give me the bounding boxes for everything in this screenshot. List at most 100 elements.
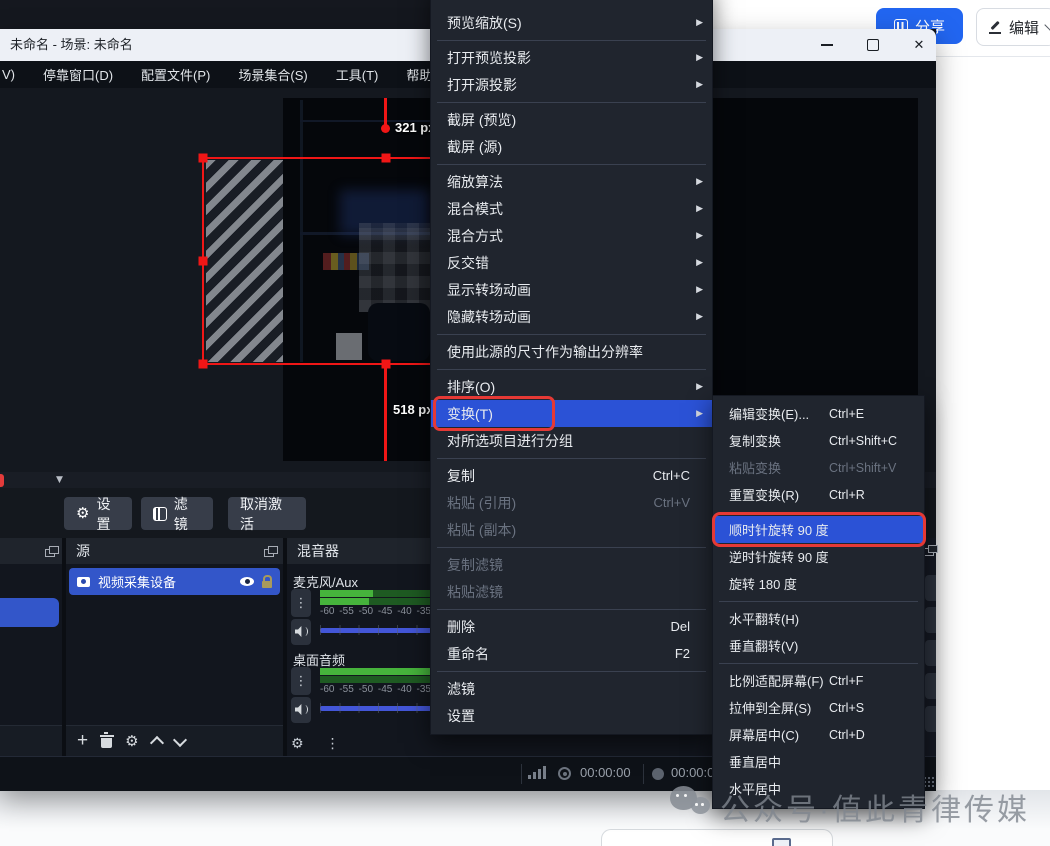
menu-item-label: 逆时针旋转 90 度: [729, 547, 829, 566]
menu-item[interactable]: 垂直翻转(V): [713, 632, 924, 659]
menu-item[interactable]: 反交错▶: [431, 249, 712, 276]
menu-item[interactable]: 隐藏转场动画▶: [431, 303, 712, 330]
menubar-item[interactable]: 配置文件(P): [127, 65, 224, 84]
dock-float-icon[interactable]: [45, 549, 55, 557]
menu-item[interactable]: 复制Ctrl+C: [431, 462, 712, 489]
menu-item[interactable]: 对所选项目进行分组: [431, 427, 712, 454]
watermark-text: 公众号·值此青律传媒: [720, 785, 1030, 829]
source-properties-button[interactable]: ⚙: [125, 734, 138, 749]
menu-item[interactable]: 重命名F2: [431, 640, 712, 667]
menu-item[interactable]: 预览缩放(S)▶: [431, 9, 712, 36]
menu-item[interactable]: 编辑变换(E)...Ctrl+E: [713, 400, 924, 427]
minimize-button[interactable]: [810, 29, 844, 61]
menu-item[interactable]: 屏幕居中(C)Ctrl+D: [713, 721, 924, 748]
menu-item[interactable]: 滤镜: [431, 675, 712, 702]
dock-float-icon[interactable]: [924, 548, 934, 556]
menu-item[interactable]: 截屏 (源): [431, 133, 712, 160]
menu-item[interactable]: 逆时针旋转 90 度: [713, 543, 924, 570]
menu-item[interactable]: 打开源投影▶: [431, 71, 712, 98]
dock-button-sliver[interactable]: [925, 673, 936, 699]
eye-visibility-icon[interactable]: [240, 577, 254, 586]
menu-item[interactable]: 缩放算法▶: [431, 168, 712, 195]
menu-item-label: 复制滤镜: [447, 555, 503, 575]
menu-separator: [431, 454, 712, 462]
remove-source-button[interactable]: [101, 738, 112, 748]
spacing-guide-bottom: [384, 365, 387, 461]
settings-button[interactable]: ⚙ 设置: [64, 497, 132, 530]
close-button[interactable]: ✕: [902, 29, 936, 61]
menu-item-label: 隐藏转场动画: [447, 307, 531, 327]
spacing-guide-dot: [381, 124, 390, 133]
spacing-distance-bottom: 518 px: [393, 402, 433, 417]
menu-item: 粘贴 (副本): [431, 516, 712, 543]
filter-icon: [153, 507, 167, 521]
channel-menu-button[interactable]: ⋮: [291, 667, 311, 695]
menu-item[interactable]: 旋转 180 度: [713, 570, 924, 597]
maximize-icon: [867, 39, 879, 51]
selection-handle[interactable]: [199, 154, 208, 163]
menu-item[interactable]: 打开预览投影▶: [431, 44, 712, 71]
menu-item-label: 反交错: [447, 253, 489, 273]
add-source-button[interactable]: +: [77, 731, 88, 750]
menu-item[interactable]: 拉伸到全屏(S)Ctrl+S: [713, 694, 924, 721]
menu-shortcut: Ctrl+Shift+V: [829, 461, 896, 475]
unlock-icon[interactable]: [262, 581, 272, 588]
menu-item-label: 删除: [447, 617, 475, 637]
transform-submenu: 编辑变换(E)...Ctrl+E复制变换Ctrl+Shift+C粘贴变换Ctrl…: [712, 395, 925, 809]
mute-button[interactable]: [291, 619, 311, 645]
menu-item[interactable]: 重置变换(R)Ctrl+R: [713, 481, 924, 508]
caret-down-icon[interactable]: ▼: [56, 475, 63, 485]
deactivate-button[interactable]: 取消激活: [228, 497, 306, 530]
menu-item-label: 编辑变换(E)...: [729, 404, 829, 423]
pencil-icon: [989, 21, 1002, 34]
channel-menu-button[interactable]: ⋮: [291, 589, 311, 617]
dock-button-sliver[interactable]: [925, 706, 936, 732]
edit-button[interactable]: 编辑: [976, 8, 1050, 46]
menu-item[interactable]: 垂直居中: [713, 748, 924, 775]
menubar-item[interactable]: 场景集合(S): [224, 65, 321, 84]
menu-item[interactable]: 变换(T)▶: [431, 400, 712, 427]
menu-item[interactable]: 复制变换Ctrl+Shift+C: [713, 427, 924, 454]
dock-float-icon[interactable]: [264, 549, 274, 557]
mute-button[interactable]: [291, 697, 311, 723]
menu-item[interactable]: 混合模式▶: [431, 195, 712, 222]
filters-button[interactable]: 滤镜: [141, 497, 213, 530]
mixer-menu-button[interactable]: ⋮: [326, 736, 340, 752]
dock-button-sliver[interactable]: [925, 607, 936, 633]
menu-item[interactable]: 排序(O)▶: [431, 373, 712, 400]
dock-button-sliver[interactable]: [925, 575, 936, 601]
dock-button-sliver[interactable]: [925, 640, 936, 666]
menu-item[interactable]: 顺时针旋转 90 度: [713, 516, 924, 543]
maximize-button[interactable]: [856, 29, 890, 61]
submenu-arrow-icon: ▶: [696, 409, 703, 419]
menubar-item[interactable]: 停靠窗口(D): [29, 65, 127, 84]
selection-handle[interactable]: [199, 257, 208, 266]
camera-icon: [77, 577, 90, 587]
menu-item-label: 水平翻转(H): [729, 609, 829, 628]
menu-item-label: 旋转 180 度: [729, 574, 829, 593]
menubar-item[interactable]: V): [0, 67, 29, 82]
menu-item[interactable]: 水平翻转(H): [713, 605, 924, 632]
filters-button-label: 滤镜: [174, 494, 201, 534]
menu-item[interactable]: 比例适配屏幕(F)Ctrl+F: [713, 667, 924, 694]
meter-scale: -60-55-50-45-40-35: [320, 606, 436, 617]
status-separator: [643, 764, 644, 784]
selection-handle[interactable]: [199, 360, 208, 369]
menu-item[interactable]: 删除Del: [431, 613, 712, 640]
move-up-button[interactable]: [149, 736, 163, 750]
advanced-audio-button[interactable]: ⚙: [291, 737, 304, 751]
menubar-item[interactable]: 工具(T): [322, 65, 393, 84]
menu-item[interactable]: 显示转场动画▶: [431, 276, 712, 303]
clipped-menu-item[interactable]: [431, 0, 712, 9]
menu-item[interactable]: 设置: [431, 702, 712, 729]
menu-item[interactable]: 使用此源的尺寸作为输出分辨率: [431, 338, 712, 365]
selected-scene-item[interactable]: [0, 598, 59, 627]
menu-item[interactable]: 混合方式▶: [431, 222, 712, 249]
menu-item-label: 拉伸到全屏(S): [729, 698, 829, 717]
move-down-button[interactable]: [172, 732, 186, 746]
source-item-video-capture[interactable]: 视频采集设备: [69, 568, 280, 595]
floating-toolbar[interactable]: [601, 829, 833, 846]
selection-handle[interactable]: [382, 154, 391, 163]
menu-item[interactable]: 截屏 (预览): [431, 106, 712, 133]
menu-item-label: 打开源投影: [447, 75, 517, 95]
